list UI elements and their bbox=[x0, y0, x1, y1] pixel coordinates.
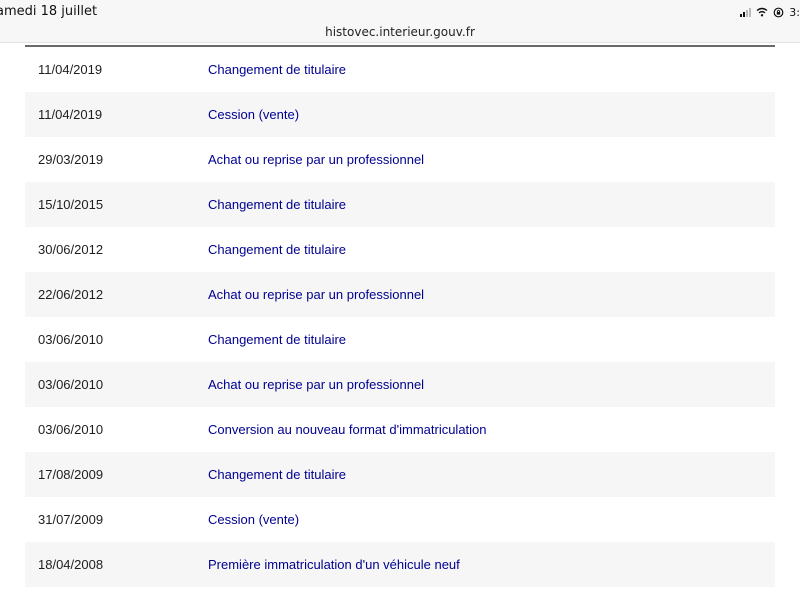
orientation-lock-icon bbox=[773, 7, 784, 18]
url-text[interactable]: histovec.interieur.gouv.fr bbox=[325, 25, 475, 39]
status-date: amedi 18 juillet bbox=[0, 4, 98, 19]
event-date: 17/08/2009 bbox=[38, 467, 104, 482]
event-link[interactable]: Première immatriculation d'un véhicule n… bbox=[208, 542, 460, 587]
status-icons: 3: bbox=[740, 5, 800, 19]
event-link[interactable]: Changement de titulaire bbox=[208, 47, 346, 92]
event-link[interactable]: Achat ou reprise par un professionnel bbox=[208, 272, 424, 317]
event-link[interactable]: Conversion au nouveau format d'immatricu… bbox=[208, 407, 487, 452]
table-row: 30/06/2012 Changement de titulaire bbox=[25, 227, 775, 272]
table-row: 22/06/2012 Achat ou reprise par un profes… bbox=[25, 272, 775, 317]
table-row: 31/07/2009 Cession (vente) bbox=[25, 497, 775, 542]
event-date: 03/06/2010 bbox=[38, 332, 104, 347]
event-date: 15/10/2015 bbox=[38, 197, 104, 212]
table-row: 03/06/2010 Conversion au nouveau format d… bbox=[25, 407, 775, 452]
event-date: 03/06/2010 bbox=[38, 377, 104, 392]
event-link[interactable]: Achat ou reprise par un professionnel bbox=[208, 137, 424, 182]
event-link[interactable]: Cession (vente) bbox=[208, 497, 299, 542]
event-link[interactable]: Changement de titulaire bbox=[208, 452, 346, 497]
table-row: 11/04/2019 Changement de titulaire bbox=[25, 47, 775, 92]
table-row: 18/04/2008 Première immatriculation d'un … bbox=[25, 542, 775, 587]
signal-icon bbox=[740, 7, 752, 17]
event-date: 03/06/2010 bbox=[38, 422, 104, 437]
event-link[interactable]: Changement de titulaire bbox=[208, 317, 346, 362]
event-date: 29/03/2019 bbox=[38, 152, 104, 167]
event-date: 18/04/2008 bbox=[38, 557, 104, 572]
event-date: 11/04/2019 bbox=[38, 62, 103, 77]
history-table: 11/04/2019 Changement de titulaire 11/04/2… bbox=[25, 45, 775, 587]
table-row: 17/08/2009 Changement de titulaire bbox=[25, 452, 775, 497]
event-link[interactable]: Changement de titulaire bbox=[208, 227, 346, 272]
history-rows: 11/04/2019 Changement de titulaire 11/04/2… bbox=[25, 47, 775, 587]
event-date: 31/07/2009 bbox=[38, 512, 104, 527]
wifi-icon bbox=[756, 7, 768, 17]
status-time-fragment: 3: bbox=[789, 5, 800, 19]
table-row: 15/10/2015 Changement de titulaire bbox=[25, 182, 775, 227]
table-row: 11/04/2019 Cession (vente) bbox=[25, 92, 775, 137]
event-date: 11/04/2019 bbox=[38, 107, 103, 122]
table-row: 03/06/2010 Achat ou reprise par un profes… bbox=[25, 362, 775, 407]
table-row: 03/06/2010 Changement de titulaire bbox=[25, 317, 775, 362]
event-date: 22/06/2012 bbox=[38, 287, 104, 302]
event-link[interactable]: Changement de titulaire bbox=[208, 182, 346, 227]
address-bar[interactable]: histovec.interieur.gouv.fr bbox=[0, 22, 800, 43]
event-link[interactable]: Cession (vente) bbox=[208, 92, 299, 137]
event-date: 30/06/2012 bbox=[38, 242, 104, 257]
table-row: 29/03/2019 Achat ou reprise par un profes… bbox=[25, 137, 775, 182]
event-link[interactable]: Achat ou reprise par un professionnel bbox=[208, 362, 424, 407]
status-bar: amedi 18 juillet 3: bbox=[0, 0, 800, 22]
